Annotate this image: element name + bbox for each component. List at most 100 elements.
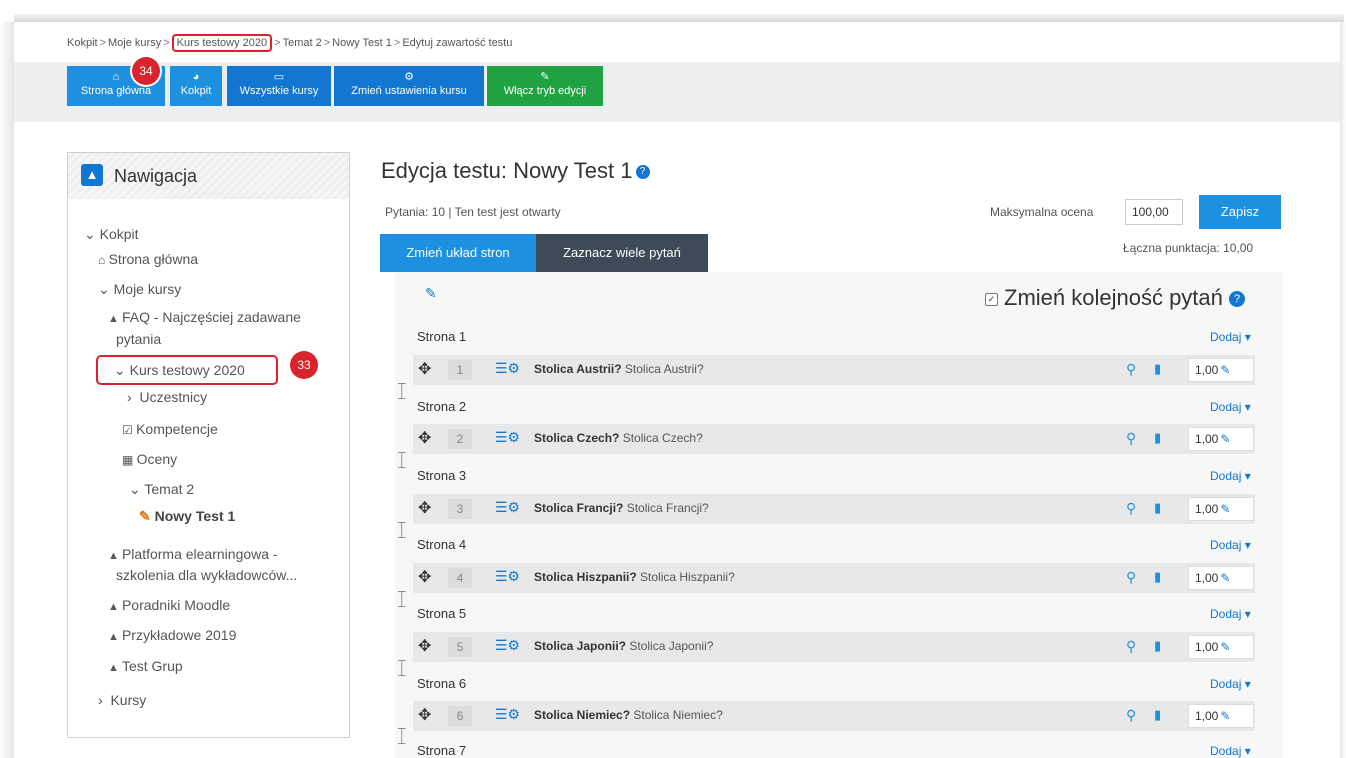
preview-icon[interactable]: ⚲: [1126, 638, 1136, 655]
preview-icon[interactable]: ⚲: [1126, 361, 1136, 378]
max-mark-field[interactable]: 1,00 ✎: [1188, 358, 1254, 382]
nav-item-uczestnicy[interactable]: › Uczestnicy: [127, 387, 207, 407]
pencil-icon[interactable]: ✎: [425, 285, 437, 302]
page-break-icon[interactable]: ⊤ ⊥: [397, 591, 407, 610]
sitemap-icon: ▲: [81, 164, 103, 186]
nav-item-poradniki[interactable]: ▲ Poradniki Moodle: [108, 595, 230, 617]
chevron-right-icon: ›: [127, 389, 140, 405]
page-break-icon[interactable]: ⊤ ⊥: [397, 452, 407, 471]
preview-icon[interactable]: ⚲: [1126, 500, 1136, 517]
nav-item-nowy-test[interactable]: ✎ Nowy Test 1: [139, 506, 235, 526]
save-button[interactable]: Zapisz: [1199, 195, 1281, 229]
move-icon[interactable]: ✥: [418, 705, 431, 725]
breadcrumb-kurs-testowy[interactable]: Kurs testowy 2020: [171, 34, 273, 52]
annotation-badge-33: 33: [290, 351, 318, 379]
question-type-icon: ☰⚙: [495, 568, 521, 584]
repaginate-button[interactable]: Zmień układ stron: [380, 234, 536, 272]
all-courses-button[interactable]: ▭ Wszystkie kursy: [227, 66, 331, 106]
delete-icon[interactable]: ▮: [1154, 430, 1161, 446]
nav-item-przykladowe[interactable]: ▲ Przykładowe 2019: [108, 625, 236, 647]
max-mark-field[interactable]: 1,00 ✎: [1188, 427, 1254, 451]
preview-icon[interactable]: ⚲: [1126, 569, 1136, 586]
window-frame-top: [0, 0, 1346, 22]
breadcrumb-kokpit[interactable]: Kokpit: [67, 37, 98, 49]
breadcrumb-moje-kursy[interactable]: Moje kursy: [108, 37, 161, 49]
chevron-down-icon: ⌄: [129, 481, 145, 497]
add-dropdown[interactable]: Dodaj ▾: [1210, 607, 1251, 621]
edit-icon: ✎: [1220, 571, 1231, 585]
delete-icon[interactable]: ▮: [1154, 569, 1161, 585]
max-mark-field[interactable]: 1,00 ✎: [1188, 635, 1254, 659]
max-mark-field[interactable]: 1,00 ✎: [1188, 566, 1254, 590]
nav-item-platforma[interactable]: ▲ Platforma elearningowa -: [108, 544, 278, 566]
chevron-right-icon: ›: [98, 692, 111, 708]
nav-item-kompetencje[interactable]: ☑ Kompetencje: [122, 419, 218, 440]
gear-icon: ⚙: [404, 71, 414, 83]
question-type-icon: ☰⚙: [495, 499, 521, 515]
course-settings-button[interactable]: ⚙ Zmień ustawienia kursu: [334, 66, 484, 106]
delete-icon[interactable]: ▮: [1154, 361, 1161, 377]
nav-item-platforma-cont[interactable]: szkolenia dla wykładowców...: [116, 565, 297, 585]
max-mark-field[interactable]: 1,00 ✎: [1188, 704, 1254, 728]
nav-item-kursy[interactable]: › Kursy: [98, 690, 146, 710]
add-dropdown[interactable]: Dodaj ▾: [1210, 400, 1251, 414]
breadcrumb-nowy-test[interactable]: Nowy Test 1: [332, 37, 392, 49]
nav-item-moje-kursy[interactable]: ⌄ Moje kursy: [98, 279, 181, 299]
checkbox-icon[interactable]: ✓: [985, 292, 998, 306]
delete-icon[interactable]: ▮: [1154, 707, 1161, 723]
chevron-down-icon: ⌄: [114, 362, 130, 378]
move-icon[interactable]: ✥: [418, 428, 431, 448]
question-number: 4: [448, 568, 472, 588]
select-multiple-button[interactable]: Zaznacz wiele pytań: [536, 234, 708, 272]
breadcrumb-current: Edytuj zawartość testu: [402, 37, 513, 49]
delete-icon[interactable]: ▮: [1154, 638, 1161, 654]
page-break-icon[interactable]: ⊤ ⊥: [397, 728, 407, 747]
nav-item-temat-2[interactable]: ⌄ Temat 2: [129, 479, 194, 499]
nav-item-oceny[interactable]: ▦ Oceny: [122, 449, 177, 470]
move-icon[interactable]: ✥: [418, 567, 431, 587]
add-dropdown[interactable]: Dodaj ▾: [1210, 330, 1251, 344]
question-link[interactable]: Stolica Czech? Stolica Czech?: [534, 431, 703, 445]
help-icon[interactable]: ?: [1229, 291, 1246, 308]
quiz-status: Pytania: 10 | Ten test jest otwarty: [385, 205, 561, 219]
move-icon[interactable]: ✥: [418, 636, 431, 656]
caret-down-icon: ▾: [1244, 469, 1251, 483]
move-icon[interactable]: ✥: [418, 498, 431, 518]
nav-item-kokpit[interactable]: ⌄ Kokpit: [84, 224, 139, 244]
edit-mode-button[interactable]: ✎ Włącz tryb edycji: [487, 66, 603, 106]
page-break-icon[interactable]: ⊤ ⊥: [397, 660, 407, 679]
question-link[interactable]: Stolica Francji? Stolica Francji?: [534, 501, 709, 515]
add-dropdown[interactable]: Dodaj ▾: [1210, 677, 1251, 691]
preview-icon[interactable]: ⚲: [1126, 430, 1136, 447]
graduation-cap-icon: ▲: [108, 313, 122, 325]
add-dropdown[interactable]: Dodaj ▾: [1210, 538, 1251, 552]
max-grade-input[interactable]: 100,00: [1125, 199, 1183, 225]
question-link[interactable]: Stolica Hiszpanii? Stolica Hiszpanii?: [534, 570, 735, 584]
add-dropdown[interactable]: Dodaj ▾: [1210, 744, 1251, 758]
question-row: ✥ 1 ☰⚙ Stolica Austrii? Stolica Austrii?…: [413, 355, 1255, 385]
dashboard-button[interactable]: ◕ Kokpit: [170, 66, 222, 106]
navigation-title: Nawigacja: [114, 166, 198, 186]
nav-item-strona-glowna[interactable]: ⌂ Strona główna: [98, 249, 198, 270]
nav-item-kurs-testowy[interactable]: ⌄ Kurs testowy 2020: [114, 360, 245, 380]
nav-item-faq[interactable]: ▲ FAQ - Najczęściej zadawane: [108, 307, 301, 329]
add-dropdown[interactable]: Dodaj ▾: [1210, 469, 1251, 483]
navigation-header: ▲ Nawigacja: [68, 153, 349, 199]
question-number: 5: [448, 637, 472, 657]
help-icon[interactable]: ?: [635, 165, 650, 180]
nav-item-test-grup[interactable]: ▲ Test Grup: [108, 656, 183, 678]
nav-item-faq-cont[interactable]: pytania: [116, 329, 161, 349]
preview-icon[interactable]: ⚲: [1126, 707, 1136, 724]
reorder-toggle[interactable]: ✓ Zmień kolejność pytań ?: [985, 285, 1246, 311]
max-mark-field[interactable]: 1,00 ✎: [1188, 497, 1254, 521]
breadcrumb-temat-2[interactable]: Temat 2: [283, 37, 322, 49]
question-link[interactable]: Stolica Niemiec? Stolica Niemiec?: [534, 708, 723, 722]
question-link[interactable]: Stolica Austrii? Stolica Austrii?: [534, 362, 704, 376]
delete-icon[interactable]: ▮: [1154, 500, 1161, 516]
page-break-icon[interactable]: ⊤ ⊥: [397, 383, 407, 402]
page-break-icon[interactable]: ⊤ ⊥: [397, 522, 407, 541]
question-row: ✥ 4 ☰⚙ Stolica Hiszpanii? Stolica Hiszpa…: [413, 563, 1255, 593]
move-icon[interactable]: ✥: [418, 359, 431, 379]
question-type-icon: ☰⚙: [495, 429, 521, 445]
question-link[interactable]: Stolica Japonii? Stolica Japonii?: [534, 639, 713, 653]
